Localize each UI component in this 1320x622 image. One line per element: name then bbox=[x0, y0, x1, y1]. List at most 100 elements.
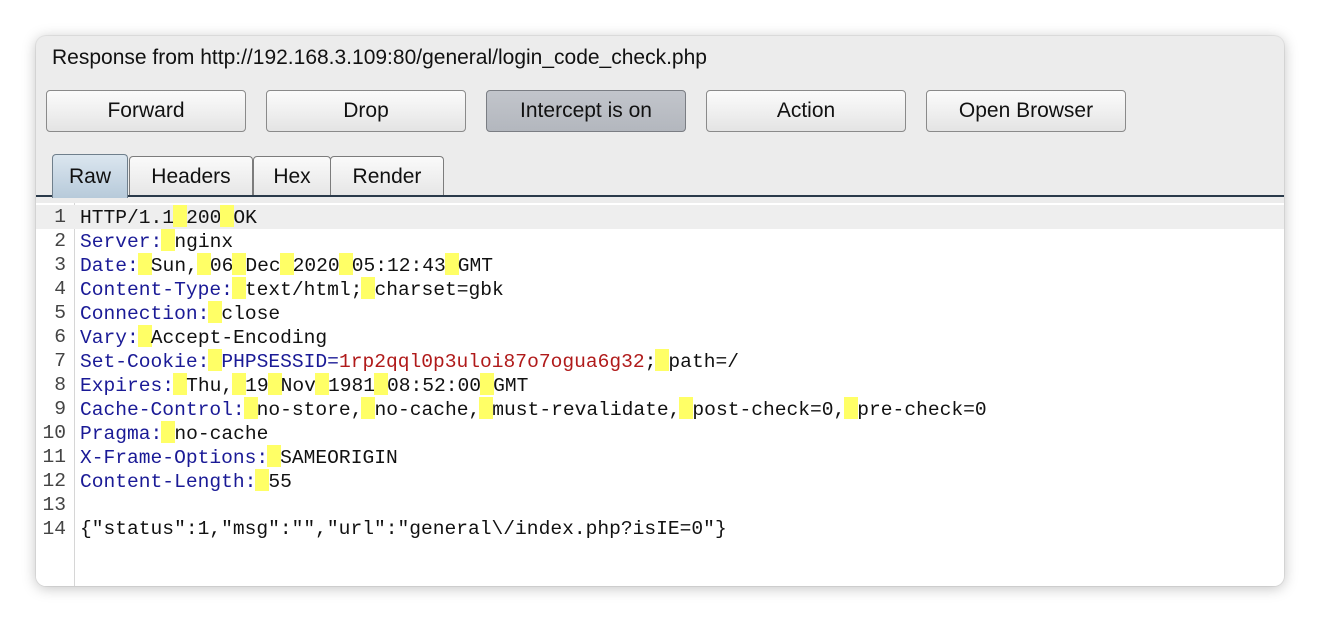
code-line: 4 Content-Type: text/html; charset=gbk bbox=[36, 277, 1284, 301]
line-number: 7 bbox=[54, 350, 66, 372]
header-value-part: 2020 bbox=[292, 255, 340, 277]
header-value-part: path=/ bbox=[668, 351, 739, 373]
header-value-part: no-store, bbox=[256, 399, 363, 421]
code-line: 13 bbox=[36, 493, 1284, 517]
header-value-part: nginx bbox=[174, 231, 234, 253]
space-marker bbox=[243, 397, 258, 419]
header-name: Expires: bbox=[80, 375, 175, 397]
header-value-part: charset=gbk bbox=[374, 279, 504, 301]
line-content: Set-Cookie: PHPSESSID=1rp2qql0p3uloi87o7o… bbox=[80, 349, 739, 374]
code-line: 10 Pragma: no-cache bbox=[36, 421, 1284, 445]
line-number: 6 bbox=[54, 326, 66, 348]
line-content: Connection: close bbox=[80, 301, 280, 326]
header-value-part: 19 bbox=[245, 375, 269, 397]
tab-divider bbox=[36, 195, 1284, 197]
tab-hex[interactable]: Hex bbox=[253, 156, 331, 196]
header-value-part: SAMEORIGIN bbox=[280, 447, 398, 469]
code-line: 2 Server: nginx bbox=[36, 229, 1284, 253]
header-name: Vary: bbox=[80, 327, 139, 349]
space-marker bbox=[137, 325, 152, 347]
header-value-part: text/html; bbox=[244, 279, 363, 301]
header-value-part: Sun, bbox=[150, 255, 198, 277]
header-value-part: no-cache, bbox=[374, 399, 481, 421]
header-value-part: no-cache bbox=[174, 423, 269, 445]
raw-response-editor[interactable]: 1 HTTP/1.1 200 OK 2 Server: nginx 3 Date: Sun, 06 D… bbox=[36, 203, 1284, 586]
open-browser-button[interactable]: Open Browser bbox=[926, 90, 1126, 132]
space-marker bbox=[137, 253, 152, 275]
line-content: Server: nginx bbox=[80, 229, 233, 254]
header-name: Content-Length: bbox=[80, 471, 257, 493]
header-value-part: Thu, bbox=[186, 375, 234, 397]
line-content: Expires: Thu, 19 Nov 1981 08:52:00 GMT bbox=[80, 373, 528, 398]
code-line: 12 Content-Length: 55 bbox=[36, 469, 1284, 493]
header-value-part: 1981 bbox=[327, 375, 375, 397]
cookie-value: 1rp2qql0p3uloi87o7ogua6g32 bbox=[338, 351, 645, 373]
response-title: Response from http://192.168.3.109:80/ge… bbox=[52, 46, 707, 69]
response-body: {"status":1,"msg":"","url":"general\/ind… bbox=[80, 518, 727, 540]
line-content: Cache-Control: no-store, no-cache, must-rev… bbox=[80, 397, 987, 422]
header-value-part: Accept-Encoding bbox=[150, 327, 328, 349]
header-value-part: 55 bbox=[268, 471, 292, 493]
line-number: 8 bbox=[54, 374, 66, 396]
header-name: Cache-Control: bbox=[80, 399, 245, 421]
line-number: 14 bbox=[42, 518, 66, 540]
header-value-part: Dec bbox=[245, 255, 281, 277]
header-value-part: must-revalidate, bbox=[492, 399, 681, 421]
space-marker bbox=[231, 277, 246, 299]
cookie-name: PHPSESSID= bbox=[221, 351, 339, 373]
space-marker bbox=[279, 253, 294, 275]
drop-button[interactable]: Drop bbox=[266, 90, 466, 132]
line-content: Content-Length: 55 bbox=[80, 469, 292, 494]
code-line: 3 Date: Sun, 06 Dec 2020 05:12:43 GMT bbox=[36, 253, 1284, 277]
line-content: X-Frame-Options: SAMEORIGIN bbox=[80, 445, 398, 470]
header-value-part: pre-check=0 bbox=[857, 399, 987, 421]
code-line: 1 HTTP/1.1 200 OK bbox=[36, 205, 1284, 229]
line-content: Pragma: no-cache bbox=[80, 421, 268, 446]
line-number: 9 bbox=[54, 398, 66, 420]
header-name: Connection: bbox=[80, 303, 210, 325]
line-content: {"status":1,"msg":"","url":"general\/ind… bbox=[80, 517, 727, 541]
proxy-intercept-window: Response from http://192.168.3.109:80/ge… bbox=[36, 36, 1284, 586]
line-content: Content-Type: text/html; charset=gbk bbox=[80, 277, 504, 302]
header-value-part: 05:12:43 bbox=[351, 255, 446, 277]
header-name: Set-Cookie: bbox=[80, 351, 210, 373]
line-number: 4 bbox=[54, 278, 66, 300]
space-marker bbox=[373, 373, 388, 395]
line-number: 2 bbox=[54, 230, 66, 252]
code-line: 5 Connection: close bbox=[36, 301, 1284, 325]
header-value-part: post-check=0, bbox=[692, 399, 846, 421]
space-marker bbox=[314, 373, 329, 395]
tab-render[interactable]: Render bbox=[330, 156, 444, 196]
line-number: 1 bbox=[54, 206, 66, 228]
space-marker bbox=[480, 373, 495, 395]
line-number: 5 bbox=[54, 302, 66, 324]
header-value-part: GMT bbox=[457, 255, 494, 277]
tab-headers[interactable]: Headers bbox=[129, 156, 253, 196]
header-name: Server: bbox=[80, 231, 163, 253]
line-content: HTTP/1.1 200 OK bbox=[80, 205, 257, 230]
space-marker bbox=[173, 205, 188, 227]
space-marker bbox=[173, 373, 188, 395]
tab-raw[interactable]: Raw bbox=[52, 154, 128, 198]
space-marker bbox=[444, 253, 459, 275]
forward-button[interactable]: Forward bbox=[46, 90, 246, 132]
status-line-part: HTTP/1.1 bbox=[80, 207, 175, 229]
code-line: 7 Set-Cookie: PHPSESSID=1rp2qql0p3uloi87o7… bbox=[36, 349, 1284, 373]
space-marker bbox=[196, 253, 211, 275]
line-content: Date: Sun, 06 Dec 2020 05:12:43 GMT bbox=[80, 253, 493, 278]
space-marker bbox=[267, 373, 282, 395]
code-line: 8 Expires: Thu, 19 Nov 1981 08:52:00 GMT bbox=[36, 373, 1284, 397]
action-button[interactable]: Action bbox=[706, 90, 906, 132]
header-name: Pragma: bbox=[80, 423, 163, 445]
line-number: 13 bbox=[42, 494, 66, 516]
line-number: 10 bbox=[42, 422, 66, 444]
header-value-part: 06 bbox=[209, 255, 234, 277]
code-line: 9 Cache-Control: no-store, no-cache, must-re… bbox=[36, 397, 1284, 421]
line-content: Vary: Accept-Encoding bbox=[80, 325, 327, 350]
header-name: Date: bbox=[80, 255, 139, 277]
code-line: 11 X-Frame-Options: SAMEORIGIN bbox=[36, 445, 1284, 469]
header-value-part: Nov bbox=[280, 375, 316, 397]
line-number: 3 bbox=[54, 254, 66, 276]
intercept-toggle-button[interactable]: Intercept is on bbox=[486, 90, 686, 132]
header-value-part: GMT bbox=[493, 375, 529, 397]
